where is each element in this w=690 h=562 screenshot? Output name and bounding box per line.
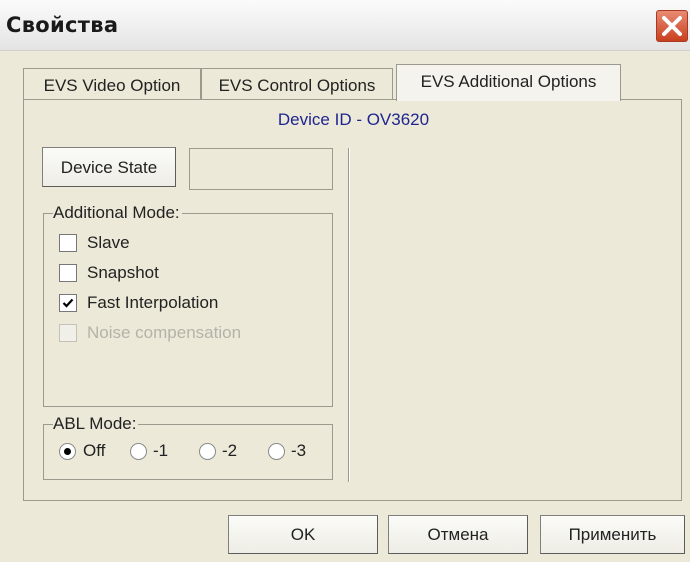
snapshot-label: Snapshot [87,263,159,282]
device-state-field [189,148,333,190]
title-bar: Свойства [0,0,690,51]
fast-interpolation-label: Fast Interpolation [87,293,219,312]
slave-checkbox[interactable] [59,234,77,252]
snapshot-checkbox[interactable] [59,264,77,282]
abl-minus2-radio[interactable] [199,443,216,460]
abl-minus3-radio[interactable] [268,443,285,460]
ok-button[interactable]: OK [228,515,378,554]
abl-minus3-label: -3 [291,441,307,460]
checkmark-icon [62,298,74,308]
abl-mode-legend: ABL Mode: [53,414,139,434]
abl-minus1-radio[interactable] [130,443,147,460]
abl-minus1-label: -1 [153,441,169,460]
tab-evs-control-options[interactable]: EVS Control Options [201,68,393,100]
additional-mode-legend: Additional Mode: [53,203,182,223]
tab-evs-additional-options[interactable]: EVS Additional Options [396,64,621,101]
abl-off-label: Off [83,441,106,460]
noise-compensation-checkbox [59,324,77,342]
dialog-body: EVS Video Option EVS Control Options EVS… [0,51,690,562]
tab-evs-video-option[interactable]: EVS Video Option [23,68,201,100]
device-id-label: Device ID - OV3620 [277,110,430,129]
radio-selected-dot [64,448,71,455]
close-icon [662,16,682,36]
abl-mode-group: ABL Mode: Off -1 -2 -3 [43,414,334,480]
device-state-button[interactable]: Device State [42,147,176,187]
tab-panel: Device ID - OV3620 Device State Addition… [23,99,682,501]
abl-off-radio[interactable] [59,443,76,460]
fast-interpolation-checkbox[interactable] [59,294,77,312]
cancel-button[interactable]: Отмена [388,515,528,554]
noise-compensation-label: Noise compensation [87,323,242,342]
window-title: Свойства [6,13,119,37]
abl-mode-radio-row: Off -1 -2 -3 [44,440,334,464]
abl-minus2-label: -2 [222,441,238,460]
apply-button[interactable]: Применить [540,515,685,554]
additional-mode-group: Additional Mode: Slave Snapshot Fast Int… [43,203,333,407]
panel-divider [348,148,350,482]
close-button[interactable] [656,10,688,42]
slave-label: Slave [87,233,130,252]
